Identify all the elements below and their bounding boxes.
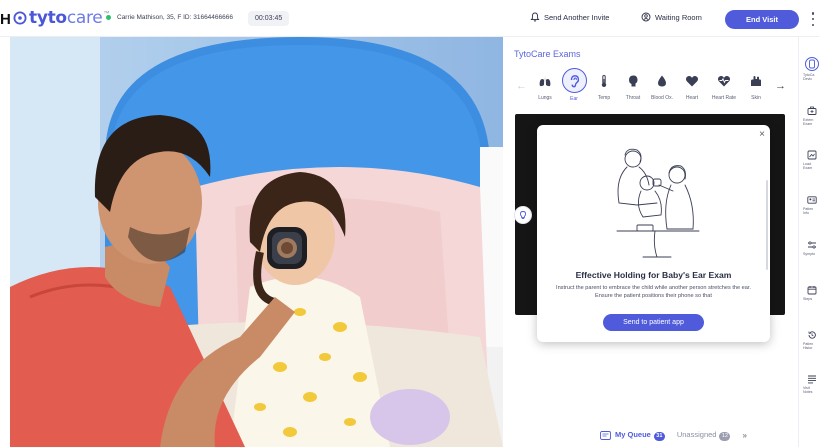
top-bar: H tytocare ™ Carrie Mathison, 35, F ID: … <box>0 0 819 37</box>
exam-blood-ox[interactable]: Blood Ox. <box>647 70 677 110</box>
send-to-patient-app-button[interactable]: Send to patient app <box>603 314 704 331</box>
rail-visit-notes[interactable]: Visit Notes <box>799 373 819 395</box>
rail-label-line1: Patien <box>803 342 814 346</box>
send-another-invite-button[interactable]: Send Another Invite <box>530 12 609 22</box>
modal-instructions: Instruct the parent to embrace the child… <box>556 285 751 299</box>
send-another-invite-label: Send Another Invite <box>544 12 610 22</box>
exam-skin-label: Skin <box>751 95 761 101</box>
patient-info-text: Carrie Mathison, 35, F ID: 31664466666 <box>117 14 233 21</box>
symptoms-icon <box>808 240 816 249</box>
device-icon <box>809 59 815 69</box>
ear-icon <box>570 74 580 87</box>
patient-video-feed <box>10 37 503 447</box>
queue-bar: My Queue 31 Unassigned 12 » <box>600 424 798 447</box>
my-queue-tab[interactable]: My Queue 31 <box>615 430 665 441</box>
rail-steps[interactable]: Steps <box>799 284 819 301</box>
partial-character: H <box>0 11 11 28</box>
rail-label-line2: Histor <box>803 346 813 351</box>
rail-label-line2: Info <box>803 211 809 216</box>
exam-throat[interactable]: Throat <box>618 70 648 110</box>
rail-label-line1: Patien <box>803 207 814 211</box>
brand-name-bold: tyto <box>29 8 67 28</box>
ear-exam-illustration <box>616 148 700 258</box>
load-exam-icon <box>807 150 817 159</box>
rail-label-line2: Exam <box>803 122 813 127</box>
rail-patient-history[interactable]: Patien Histor <box>799 329 819 351</box>
rail-label-line1: TytoCa <box>803 73 815 77</box>
rail-label-line2: Notes <box>803 390 813 395</box>
rail-label-line1: Extern <box>803 118 814 122</box>
rail-label-line2: Devic <box>803 77 812 82</box>
unassigned-count: 12 <box>719 432 731 441</box>
rail-label-line1: Load <box>803 162 811 166</box>
waiting-room-button[interactable]: Waiting Room <box>641 12 702 22</box>
waiting-room-icon <box>641 12 651 22</box>
rail-patient-info[interactable]: Patien Info <box>799 194 819 216</box>
tytocare-logo-icon <box>13 11 27 25</box>
lungs-icon <box>539 76 551 87</box>
modal-title: Effective Holding for Baby's Ear Exam <box>575 270 732 280</box>
tytocare-logo: tytocare ™ <box>13 9 109 27</box>
my-queue-label: My Queue <box>615 430 651 439</box>
heart-rate-icon <box>717 75 731 87</box>
more-options-icon[interactable] <box>810 12 816 26</box>
lightbulb-icon <box>519 211 527 219</box>
blood-drop-icon <box>658 75 666 87</box>
rail-label-line2: Exam <box>803 166 813 171</box>
brand-name: tytocare <box>29 8 103 28</box>
exams-title: TytoCare Exams <box>514 49 581 59</box>
exam-lungs-label: Lungs <box>538 95 552 101</box>
online-status-dot <box>106 15 111 20</box>
expand-queue-icon[interactable]: » <box>742 431 746 440</box>
rail-label-line1: Visit <box>803 386 810 390</box>
modal-scrollbar[interactable] <box>766 180 768 270</box>
exam-temp-label: Temp <box>597 95 611 101</box>
exam-throat-label: Throat <box>625 95 641 101</box>
exam-lungs[interactable]: Lungs <box>530 70 560 110</box>
exam-heart-label: Heart <box>685 95 699 101</box>
notes-icon <box>808 375 816 383</box>
unassigned-tab[interactable]: Unassigned 12 <box>677 430 731 441</box>
exam-skin[interactable]: Skin <box>741 70 771 110</box>
rail-symptoms[interactable]: Sympto <box>799 239 819 256</box>
unassigned-label: Unassigned <box>676 430 717 439</box>
right-sidebar: TytoCa Devic Extern Exam Load Exam Patien In… <box>798 37 819 447</box>
heart-icon <box>685 75 699 87</box>
exam-heart-rate[interactable]: Heart Rate <box>709 70 739 110</box>
arrow-left-icon[interactable]: ← <box>516 80 527 92</box>
brand-name-light: care <box>66 8 103 28</box>
tip-lightbulb-button[interactable] <box>514 206 532 224</box>
rail-load-exam[interactable]: Load Exam <box>799 149 819 171</box>
bell-icon <box>530 12 540 22</box>
arrow-right-icon[interactable]: → <box>775 80 786 92</box>
exam-ear[interactable]: Ear <box>559 68 589 110</box>
exam-selector: ← Lungs Ear Temp Throat Blood Ox. Heart <box>503 68 798 110</box>
my-queue-count: 31 <box>653 432 665 441</box>
end-visit-button[interactable]: End Visit <box>725 10 799 29</box>
rail-label-line1: Sympto <box>803 252 816 256</box>
visit-timer: 00:03:45 <box>248 11 290 26</box>
queue-icon <box>600 431 611 440</box>
rail-label-line1: Steps <box>803 297 813 301</box>
exam-heart[interactable]: Heart <box>677 70 707 110</box>
thermometer-icon <box>601 75 607 87</box>
skin-icon <box>751 76 761 86</box>
exam-blood-ox-label: Blood Ox. <box>651 95 673 101</box>
external-exam-icon <box>807 106 817 115</box>
patient-info-icon <box>807 195 817 204</box>
rail-tytocare-device[interactable]: TytoCa Devic <box>799 57 819 82</box>
exam-heart-rate-label: Heart Rate <box>711 95 737 101</box>
video-scene <box>10 37 503 447</box>
close-icon[interactable]: × <box>759 129 765 140</box>
waiting-room-label: Waiting Room <box>655 12 702 22</box>
rail-external-exam[interactable]: Extern Exam <box>799 105 819 127</box>
exam-ear-label: Ear <box>570 96 578 102</box>
steps-icon <box>807 285 817 294</box>
throat-icon <box>629 75 638 87</box>
exam-temp[interactable]: Temp <box>589 70 619 110</box>
history-icon <box>808 330 816 339</box>
patient-info: Carrie Mathison, 35, F ID: 31664466666 <box>106 14 233 21</box>
ear-exam-instruction-modal: × Effective Holding for Baby's Ear Exam … <box>537 125 770 342</box>
